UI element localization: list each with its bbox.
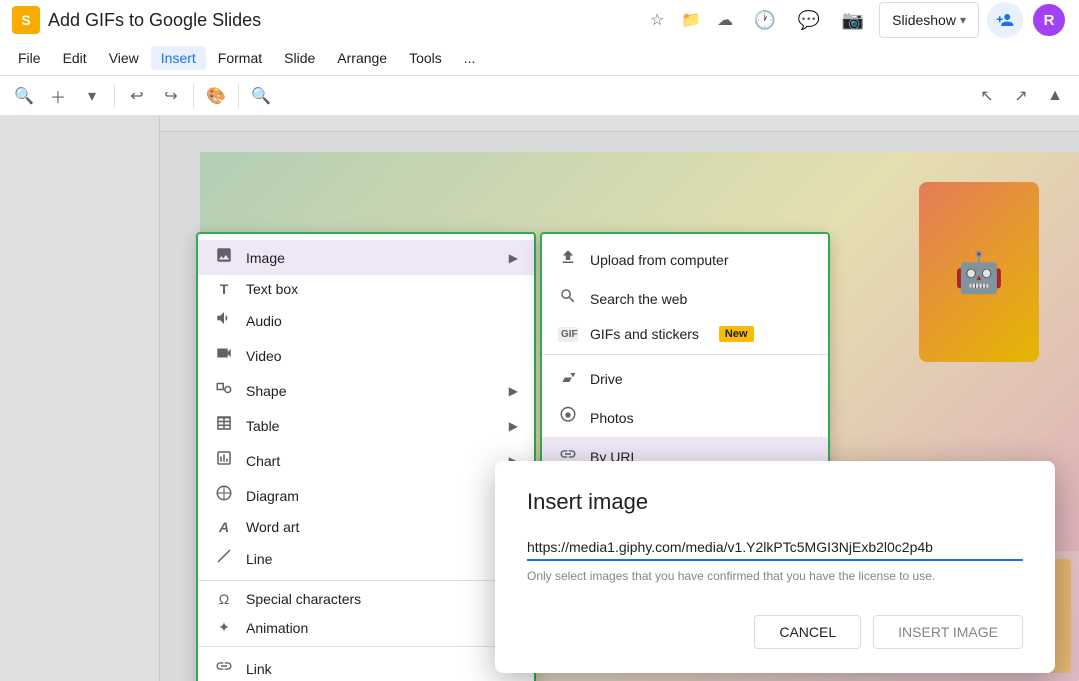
drive-icon [558, 367, 578, 390]
undo-tool[interactable]: ↩ [121, 80, 153, 112]
menu-file[interactable]: File [8, 46, 51, 70]
folder-icon[interactable]: 📁 [677, 6, 705, 34]
chevron-up-icon[interactable]: ▲ [1039, 80, 1071, 112]
menu-option-wordart[interactable]: A Word art [198, 513, 534, 541]
title-bar: S Add GIFs to Google Slides ☆ 📁 ☁ 🕐 💬 📷 … [0, 0, 1079, 40]
add-tool[interactable]: ＋ [42, 80, 74, 112]
menu-tools[interactable]: Tools [399, 46, 452, 70]
app-logo: S [12, 6, 40, 34]
table-menu-icon [214, 414, 234, 437]
gifs-new-badge: New [719, 326, 754, 342]
image-menu-icon [214, 246, 234, 269]
insert-menu-divider-2 [198, 646, 534, 647]
photos-icon [558, 406, 578, 429]
slideshow-button[interactable]: Slideshow ▾ [879, 2, 979, 38]
document-title: Add GIFs to Google Slides [48, 10, 635, 31]
insert-menu-divider-1 [198, 580, 534, 581]
dialog-actions: CANCEL INSERT IMAGE [527, 615, 1023, 649]
menu-option-line[interactable]: Line [198, 541, 534, 576]
menu-slide[interactable]: Slide [274, 46, 325, 70]
wordart-menu-icon: A [214, 519, 234, 535]
searchweb-icon [558, 287, 578, 310]
submenu-divider-1 [542, 354, 828, 355]
add-dropdown[interactable]: ▾ [76, 80, 108, 112]
url-input[interactable] [527, 535, 1023, 561]
submenu-drive[interactable]: Drive [542, 359, 828, 398]
title-icons: ☆ 📁 ☁ [643, 6, 739, 34]
specialchars-menu-icon: Ω [214, 591, 234, 607]
image-submenu-chevron-icon: ▶ [509, 251, 518, 265]
menu-option-specialchars[interactable]: Ω Special characters [198, 585, 534, 613]
search-tool[interactable]: 🔍 [8, 80, 40, 112]
share-button[interactable] [987, 2, 1023, 38]
menu-option-chart[interactable]: Chart ▶ [198, 443, 534, 478]
insert-image-button[interactable]: INSERT IMAGE [873, 615, 1023, 649]
title-right: 🕐 💬 📷 Slideshow ▾ R [747, 2, 1067, 38]
menu-edit[interactable]: Edit [53, 46, 97, 70]
upload-icon [558, 248, 578, 271]
submenu-gifs[interactable]: GIF GIFs and stickers New [542, 318, 828, 350]
cancel-button[interactable]: CANCEL [754, 615, 861, 649]
history-icon[interactable]: 🕐 [747, 2, 783, 38]
menu-arrange[interactable]: Arrange [327, 46, 397, 70]
submenu-photos[interactable]: Photos [542, 398, 828, 437]
menu-option-image[interactable]: Image ▶ [198, 240, 534, 275]
toolbar-divider-1 [114, 84, 115, 108]
menu-option-diagram[interactable]: Diagram ▶ [198, 478, 534, 513]
toolbar-divider-2 [193, 84, 194, 108]
paint-format-tool[interactable]: 🎨 [200, 80, 232, 112]
menu-format[interactable]: Format [208, 46, 272, 70]
url-hint: Only select images that you have confirm… [527, 569, 1023, 583]
star-icon[interactable]: ☆ [643, 6, 671, 34]
toolbar-divider-3 [238, 84, 239, 108]
toolbar: 🔍 ＋ ▾ ↩ ↪ 🎨 🔍 ↖ ↗ ▲ [0, 76, 1079, 116]
line-menu-icon [214, 547, 234, 570]
link-menu-icon [214, 657, 234, 680]
chart-menu-icon [214, 449, 234, 472]
slideshow-chevron-icon: ▾ [960, 13, 966, 27]
diagram-menu-icon [214, 484, 234, 507]
insert-image-dialog: Insert image Only select images that you… [495, 461, 1055, 673]
menu-view[interactable]: View [99, 46, 149, 70]
menu-bar: File Edit View Insert Format Slide Arran… [0, 40, 1079, 76]
menu-option-shape[interactable]: Shape ▶ [198, 373, 534, 408]
chat-icon[interactable]: 💬 [791, 2, 827, 38]
pointer-tool[interactable]: ↗ [1005, 80, 1037, 112]
redo-tool[interactable]: ↪ [155, 80, 187, 112]
selection-tool[interactable]: ↖ [971, 80, 1003, 112]
dialog-title: Insert image [527, 489, 1023, 515]
menu-option-table[interactable]: Table ▶ [198, 408, 534, 443]
cloud-icon[interactable]: ☁ [711, 6, 739, 34]
submenu-searchweb[interactable]: Search the web [542, 279, 828, 318]
video-icon[interactable]: 📷 [835, 2, 871, 38]
main-area: GIF I'M LEARNDING #BackToSchool 🤖 www.ps… [0, 116, 1079, 681]
menu-option-animation[interactable]: ✦ Animation [198, 613, 534, 642]
user-avatar[interactable]: R [1031, 2, 1067, 38]
table-submenu-chevron-icon: ▶ [509, 419, 518, 433]
zoom-tool[interactable]: 🔍 [245, 80, 277, 112]
audio-menu-icon [214, 309, 234, 332]
video-menu-icon [214, 344, 234, 367]
submenu-upload[interactable]: Upload from computer [542, 240, 828, 279]
menu-option-textbox[interactable]: T Text box [198, 275, 534, 303]
shape-submenu-chevron-icon: ▶ [509, 384, 518, 398]
textbox-menu-icon: T [214, 281, 234, 297]
menu-option-video[interactable]: Video [198, 338, 534, 373]
insert-menu: Image ▶ T Text box Audio Video Shap [196, 232, 536, 681]
shape-menu-icon [214, 379, 234, 402]
menu-insert[interactable]: Insert [151, 46, 206, 70]
menu-option-link[interactable]: Link Ctrl [198, 651, 534, 681]
menu-option-audio[interactable]: Audio [198, 303, 534, 338]
animation-menu-icon: ✦ [214, 619, 234, 636]
gifs-icon: GIF [558, 327, 578, 342]
menu-more[interactable]: ... [454, 46, 486, 70]
